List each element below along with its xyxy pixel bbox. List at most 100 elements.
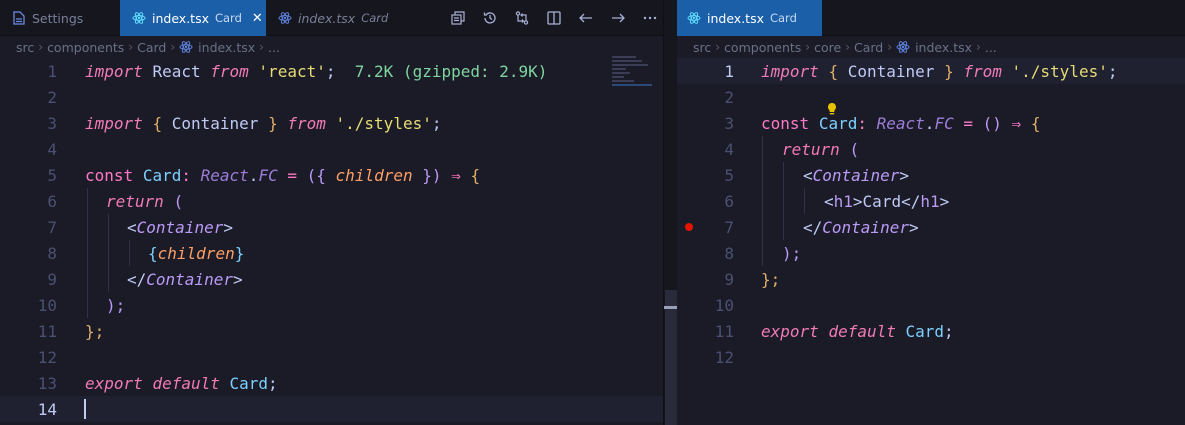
react-icon (896, 40, 910, 54)
right-tab-bar: index.tsx Card (677, 0, 1185, 36)
breadcrumb-item[interactable]: Card (137, 40, 166, 55)
import-cost-hint: 7.2K (gzipped: 2.9K) (354, 61, 548, 81)
breadcrumb-item[interactable]: ... (268, 40, 280, 55)
code-line: 6 <h1>Card</h1> (677, 188, 1185, 214)
tab-settings[interactable]: Settings (0, 0, 120, 36)
line-number: 1 (47, 61, 57, 81)
chevron-right-icon: › (887, 40, 893, 54)
code-line: 6 return ( (0, 188, 663, 214)
compare-icon[interactable] (506, 0, 538, 36)
cursor-position-marker (664, 306, 678, 309)
code-line: 2 (677, 84, 1185, 115)
code-line: 2 (0, 84, 663, 110)
chevron-right-icon: › (805, 40, 811, 54)
breadcrumb-item[interactable]: core (814, 40, 841, 55)
code-line: 13 export default Card; (0, 370, 663, 396)
split-editor-icon[interactable] (538, 0, 570, 36)
line-number: 2 (47, 87, 57, 107)
code-line: 8 ); (677, 240, 1185, 266)
react-icon (179, 40, 193, 54)
code-line: 7 </Container> (677, 214, 1185, 240)
tab-index-tsx-active[interactable]: index.tsx Card ✕ (120, 0, 266, 36)
tab-description: Card (361, 11, 389, 25)
chevron-right-icon: › (170, 40, 176, 54)
line-number: 6 (724, 191, 734, 211)
breadcrumb-item[interactable]: src (16, 40, 34, 55)
line-number: 7 (47, 217, 57, 237)
breadcrumb: src › components › Card › index.tsx › ..… (0, 36, 663, 58)
code-line: 3 const Card: React.FC = () ⇒ { (677, 110, 1185, 136)
current-line: 1 import { Container } from './styles'; (677, 58, 1185, 84)
tab-description: Card (214, 11, 242, 25)
tab-label: index.tsx (707, 10, 764, 26)
tab-index-tsx-preview[interactable]: index.tsx Card (266, 0, 406, 36)
more-actions-icon[interactable] (634, 0, 663, 36)
code-line: 9 </Container> (0, 266, 663, 292)
arrow-left-icon[interactable] (570, 0, 602, 36)
line-number: 4 (724, 139, 734, 159)
chevron-right-icon: › (259, 40, 264, 54)
react-icon (278, 11, 292, 25)
line-number: 11 (714, 321, 734, 341)
code-line: 10 (677, 292, 1185, 318)
editor-actions (442, 0, 663, 36)
right-editor-group: index.tsx Card src › components › core ›… (677, 0, 1185, 425)
close-icon[interactable]: ✕ (252, 11, 263, 26)
text-cursor (84, 399, 86, 419)
line-number: 13 (37, 373, 57, 393)
code-line: 5 <Container> (677, 162, 1185, 188)
code-line: 5 const Card: React.FC = ({ children }) … (0, 162, 663, 188)
breadcrumb-item[interactable]: components (724, 40, 801, 55)
tab-description: Card (769, 11, 797, 25)
open-changes-icon[interactable] (442, 0, 474, 36)
code-line: 10 ); (0, 292, 663, 318)
line-number: 6 (47, 191, 57, 211)
left-tab-bar: Settings index.tsx Card ✕ index.tsx Card (0, 0, 663, 36)
left-code-editor[interactable]: 1 import React from 'react'; 7.2K (gzipp… (0, 58, 663, 425)
line-number: 5 (724, 165, 734, 185)
line-number: 11 (37, 321, 57, 341)
tab-label: index.tsx (298, 10, 356, 26)
breadcrumb-item[interactable]: index.tsx (915, 40, 972, 55)
line-number: 5 (47, 165, 57, 185)
chevron-right-icon: › (38, 40, 44, 54)
breadcrumb-item[interactable]: Card (854, 40, 883, 55)
code-line: 8 {children} (0, 240, 663, 266)
code-line: 11 }; (0, 318, 663, 344)
left-editor-group: Settings index.tsx Card ✕ index.tsx Card (0, 0, 663, 425)
code-line: 7 <Container> (0, 214, 663, 240)
right-code-editor[interactable]: 1 import { Container } from './styles'; … (677, 58, 1185, 425)
tab-label: Settings (32, 10, 84, 26)
line-number: 14 (37, 399, 57, 419)
line-number: 9 (47, 269, 57, 289)
line-number: 3 (724, 113, 734, 133)
breadcrumb-item[interactable]: ... (985, 40, 997, 55)
breadcrumb-item[interactable]: index.tsx (198, 40, 255, 55)
arrow-right-icon[interactable] (602, 0, 634, 36)
chevron-right-icon: › (845, 40, 850, 54)
line-number: 8 (47, 243, 57, 263)
line-number: 4 (47, 139, 57, 159)
file-settings-icon (12, 11, 26, 25)
history-icon[interactable] (474, 0, 506, 36)
current-line: 14 (0, 396, 663, 422)
line-number: 2 (724, 87, 734, 107)
code-line: 3 import { Container } from './styles'; (0, 110, 663, 136)
line-number: 12 (37, 347, 57, 367)
code-line: 11 export default Card; (677, 318, 1185, 344)
breadcrumb-item[interactable]: components (47, 40, 124, 55)
tab-label: index.tsx (152, 10, 209, 26)
editor-scrollbar[interactable] (663, 0, 678, 425)
breadcrumb-item[interactable]: src (693, 40, 711, 55)
react-icon (687, 11, 701, 25)
line-number: 8 (724, 243, 734, 263)
line-number: 9 (724, 269, 734, 289)
line-number: 1 (724, 61, 734, 81)
tab-index-tsx[interactable]: index.tsx Card (677, 0, 822, 36)
chevron-right-icon: › (715, 40, 721, 54)
code-line: 4 (0, 136, 663, 162)
line-number: 12 (714, 347, 734, 367)
chevron-right-icon: › (128, 40, 134, 54)
line-number: 7 (724, 217, 734, 237)
code-line: 12 (677, 344, 1185, 370)
